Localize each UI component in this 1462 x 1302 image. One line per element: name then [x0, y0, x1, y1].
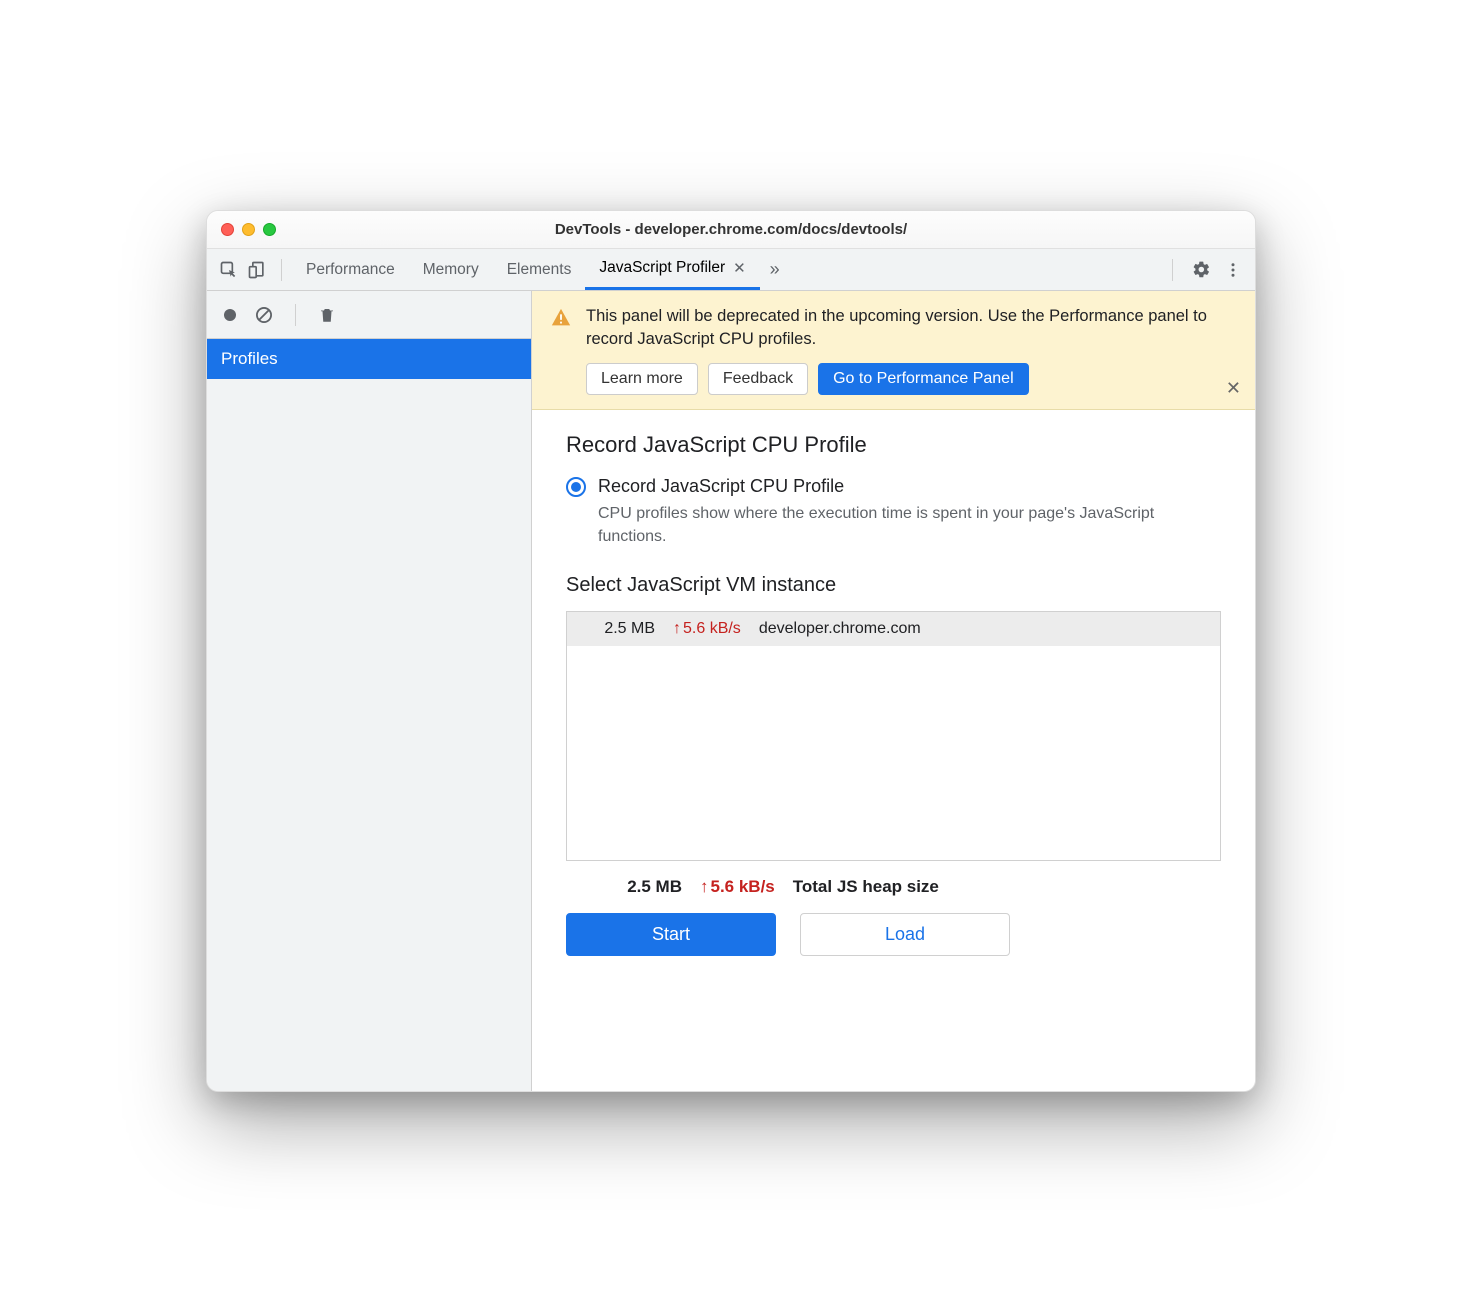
devtools-toolbar: Performance Memory Elements JavaScript P…: [207, 249, 1255, 291]
deprecation-banner: This panel will be deprecated in the upc…: [532, 291, 1255, 410]
separator: [295, 304, 296, 326]
content-area: Profiles This panel will be deprecated i…: [207, 291, 1255, 1091]
arrow-up-icon: ↑: [673, 620, 681, 638]
close-icon[interactable]: ✕: [733, 259, 746, 277]
rate-value: 5.6 kB/s: [683, 620, 741, 638]
load-button[interactable]: Load: [800, 913, 1010, 956]
totals-label: Total JS heap size: [793, 877, 939, 897]
sidebar-item-profiles[interactable]: Profiles: [207, 339, 531, 379]
banner-message: This panel will be deprecated in the upc…: [586, 305, 1237, 351]
window-title: DevTools - developer.chrome.com/docs/dev…: [207, 221, 1255, 238]
action-buttons: Start Load: [566, 913, 1221, 956]
profiler-panel: Record JavaScript CPU Profile Record Jav…: [532, 410, 1255, 1091]
clear-icon[interactable]: [251, 302, 277, 328]
minimize-window-button[interactable]: [242, 223, 255, 236]
separator: [1172, 259, 1173, 281]
profile-type-radio[interactable]: Record JavaScript CPU Profile: [566, 476, 1221, 497]
vm-instance-list: 2.5 MB ↑5.6 kB/s developer.chrome.com: [566, 611, 1221, 861]
vm-instance-row[interactable]: 2.5 MB ↑5.6 kB/s developer.chrome.com: [567, 612, 1220, 646]
button-label: Learn more: [601, 370, 683, 387]
inspect-element-icon[interactable]: [215, 256, 243, 284]
button-label: Go to Performance Panel: [833, 370, 1014, 387]
close-window-button[interactable]: [221, 223, 234, 236]
titlebar: DevTools - developer.chrome.com/docs/dev…: [207, 211, 1255, 249]
window-controls: [221, 223, 276, 236]
close-banner-icon[interactable]: ✕: [1226, 378, 1241, 399]
tab-label: JavaScript Profiler: [599, 259, 725, 277]
device-toggle-icon[interactable]: [243, 256, 271, 284]
tab-label: Memory: [423, 261, 479, 279]
panel-heading: Record JavaScript CPU Profile: [566, 432, 1221, 458]
panel-tabs: Performance Memory Elements JavaScript P…: [292, 249, 760, 290]
devtools-window: DevTools - developer.chrome.com/docs/dev…: [206, 210, 1256, 1092]
tab-performance[interactable]: Performance: [292, 249, 409, 290]
button-label: Feedback: [723, 370, 793, 387]
profile-description: CPU profiles show where the execution ti…: [598, 503, 1221, 548]
sidebar: Profiles: [207, 291, 532, 1091]
button-label: Load: [885, 924, 925, 944]
goto-performance-button[interactable]: Go to Performance Panel: [818, 363, 1029, 395]
vm-heap-size: 2.5 MB: [585, 620, 655, 638]
tab-label: Performance: [306, 261, 395, 279]
kebab-menu-icon[interactable]: [1219, 256, 1247, 284]
total-rate: ↑5.6 kB/s: [700, 877, 775, 897]
gear-icon[interactable]: [1187, 256, 1215, 284]
tab-label: Elements: [507, 261, 572, 279]
learn-more-button[interactable]: Learn more: [586, 363, 698, 395]
zoom-window-button[interactable]: [263, 223, 276, 236]
radio-icon: [566, 477, 586, 497]
total-size: 2.5 MB: [612, 877, 682, 897]
separator: [281, 259, 282, 281]
sidebar-item-label: Profiles: [221, 349, 278, 368]
heap-totals: 2.5 MB ↑5.6 kB/s Total JS heap size: [566, 861, 1221, 913]
trash-icon[interactable]: [314, 302, 340, 328]
sidebar-toolbar: [207, 291, 531, 339]
tab-memory[interactable]: Memory: [409, 249, 493, 290]
button-label: Start: [652, 924, 690, 944]
tab-javascript-profiler[interactable]: JavaScript Profiler ✕: [585, 249, 759, 290]
record-icon[interactable]: [217, 302, 243, 328]
main-panel: This panel will be deprecated in the upc…: [532, 291, 1255, 1091]
start-button[interactable]: Start: [566, 913, 776, 956]
vm-heap-rate: ↑5.6 kB/s: [673, 620, 741, 638]
warning-icon: [550, 307, 572, 329]
more-tabs-icon[interactable]: »: [760, 259, 790, 280]
arrow-up-icon: ↑: [700, 877, 709, 897]
radio-label: Record JavaScript CPU Profile: [598, 476, 844, 497]
tab-elements[interactable]: Elements: [493, 249, 586, 290]
feedback-button[interactable]: Feedback: [708, 363, 808, 395]
vm-heading: Select JavaScript VM instance: [566, 574, 1221, 597]
vm-host: developer.chrome.com: [759, 620, 921, 638]
rate-value: 5.6 kB/s: [711, 877, 775, 897]
